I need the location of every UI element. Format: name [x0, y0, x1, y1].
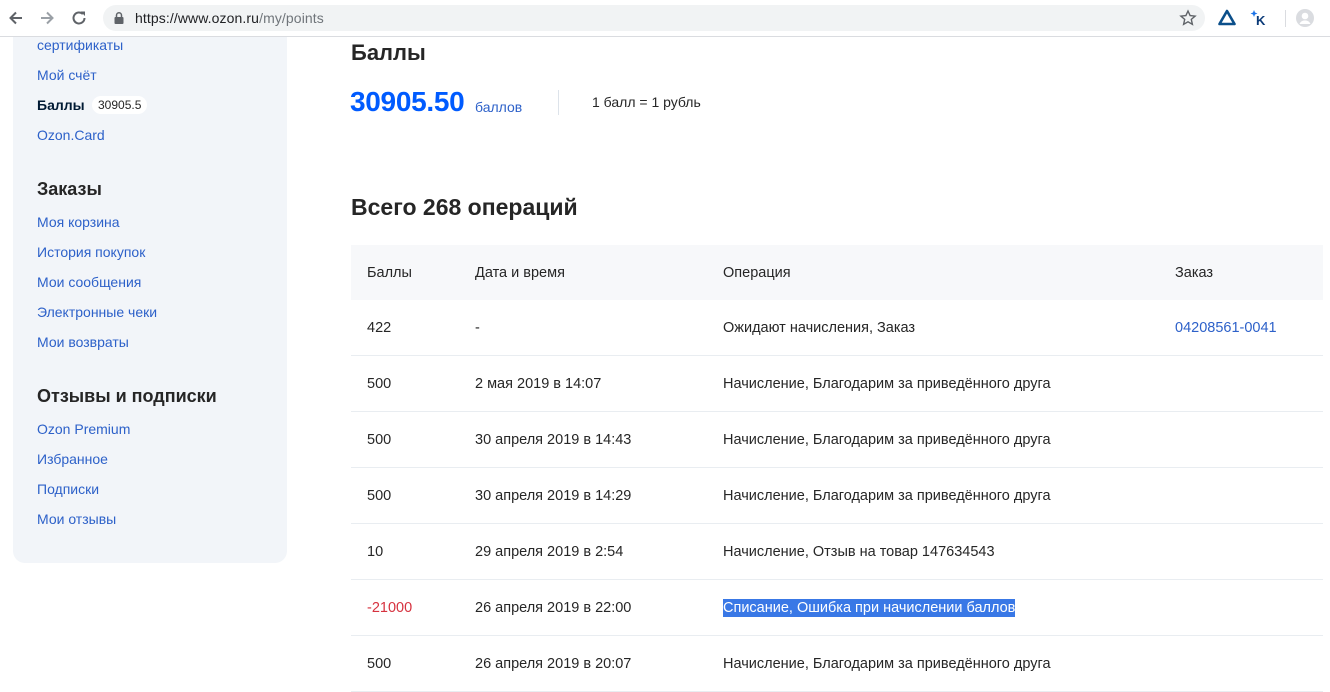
sidebar-item-points[interactable]: Баллы: [37, 97, 85, 113]
lock-icon: [114, 12, 124, 24]
sidebar-item-my-account[interactable]: Мой счёт: [37, 67, 97, 83]
row-operation: Начисление, Отзыв на товар 147634543: [723, 543, 995, 560]
address-bar[interactable]: https://www.ozon.ru/my/points: [103, 5, 1205, 31]
sidebar-item-receipts[interactable]: Электронные чеки: [37, 304, 157, 320]
row-date: 26 апреля 2019 в 20:07: [475, 655, 632, 672]
order-number-link[interactable]: 04208561-0041: [1175, 320, 1277, 336]
row-date: 26 апреля 2019 в 22:00: [475, 599, 632, 616]
sidebar-item-messages[interactable]: Мои сообщения: [37, 274, 141, 290]
sidebar-item-ozon-card[interactable]: Ozon.Card: [37, 127, 105, 143]
row-date: 29 апреля 2019 в 2:54: [475, 543, 624, 560]
account-sidebar: сертификаты Мой счёт Баллы 30905.5 Ozon.…: [13, 37, 287, 563]
row-points: 500: [367, 487, 392, 504]
column-header-operation: Операция: [723, 264, 791, 281]
reload-button[interactable]: [68, 7, 90, 29]
profile-avatar-icon[interactable]: [1295, 8, 1315, 28]
extension-k-icon[interactable]: K: [1250, 8, 1270, 28]
back-button[interactable]: [5, 7, 27, 29]
table-row: 500 26 апреля 2019 в 20:07 Начисление, Б…: [351, 636, 1323, 692]
balance-divider: [558, 90, 559, 115]
row-operation: Начисление, Благодарим за приведённого д…: [723, 655, 1051, 672]
column-header-order: Заказ: [1175, 264, 1214, 281]
column-header-points: Баллы: [367, 264, 412, 281]
browser-toolbar: https://www.ozon.ru/my/points K: [0, 0, 1330, 37]
row-points: 500: [367, 655, 392, 672]
row-operation: Начисление, Благодарим за приведённого д…: [723, 375, 1051, 392]
row-operation: Ожидают начисления, Заказ: [723, 319, 916, 336]
exchange-rate-text: 1 балл = 1 рубль: [592, 94, 701, 110]
reload-icon: [72, 11, 86, 25]
row-operation: Начисление, Благодарим за приведённого д…: [723, 487, 1051, 504]
sidebar-item-certificates[interactable]: сертификаты: [37, 37, 123, 53]
table-row: 500 30 апреля 2019 в 14:43 Начисление, Б…: [351, 412, 1323, 468]
row-points: 500: [367, 431, 392, 448]
row-date: 30 апреля 2019 в 14:29: [475, 487, 632, 504]
sidebar-item-subscriptions[interactable]: Подписки: [37, 481, 99, 497]
forward-button[interactable]: [36, 7, 58, 29]
table-row: 500 2 мая 2019 в 14:07 Начисление, Благо…: [351, 356, 1323, 412]
svg-text:K: K: [1256, 13, 1266, 28]
toolbar-divider: [1285, 10, 1286, 27]
extension-triangle-icon[interactable]: [1217, 8, 1237, 28]
row-points-negative: -21000: [367, 599, 413, 616]
arrow-right-icon: [41, 11, 54, 25]
sidebar-heading-orders: Заказы: [37, 179, 102, 199]
points-unit-label: баллов: [475, 99, 523, 115]
row-points: 10: [367, 543, 384, 560]
row-date: -: [475, 319, 480, 336]
row-operation-selected-text: Списание, Ошибка при начислении баллов: [723, 598, 1016, 617]
table-row: 10 29 апреля 2019 в 2:54 Начисление, Отз…: [351, 524, 1323, 580]
sidebar-item-returns[interactable]: Мои возвраты: [37, 334, 129, 350]
operations-table: Баллы Дата и время Операция Заказ 422 - …: [351, 245, 1323, 692]
sidebar-item-favorites[interactable]: Избранное: [37, 451, 108, 467]
points-count-badge: 30905.5: [92, 96, 148, 114]
url-host: https://www.ozon.ru: [135, 10, 260, 26]
bookmark-star-icon[interactable]: [1179, 9, 1197, 27]
page-title: Баллы: [351, 40, 426, 65]
url-text: https://www.ozon.ru/my/points: [135, 10, 324, 26]
sidebar-heading-reviews: Отзывы и подписки: [37, 386, 217, 406]
sidebar-item-purchase-history[interactable]: История покупок: [37, 244, 145, 260]
sidebar-item-my-reviews[interactable]: Мои отзывы: [37, 511, 116, 527]
table-header: Баллы Дата и время Операция Заказ: [351, 245, 1323, 300]
url-path: /my/points: [259, 10, 324, 26]
row-operation: Начисление, Благодарим за приведённого д…: [723, 431, 1051, 448]
sidebar-item-cart[interactable]: Моя корзина: [37, 214, 120, 230]
sidebar-item-ozon-premium[interactable]: Ozon Premium: [37, 421, 130, 437]
table-row: 422 - Ожидают начисления, Заказ 04208561…: [351, 300, 1323, 356]
table-row: -21000 26 апреля 2019 в 22:00 Списание, …: [351, 580, 1323, 636]
arrow-left-icon: [9, 11, 22, 25]
table-row: 500 30 апреля 2019 в 14:29 Начисление, Б…: [351, 468, 1323, 524]
operations-title: Всего 268 операций: [351, 194, 578, 220]
row-points: 500: [367, 375, 392, 392]
points-balance: 30905.50: [350, 86, 465, 117]
row-points: 422: [367, 319, 392, 336]
column-header-date: Дата и время: [475, 264, 565, 281]
row-date: 2 мая 2019 в 14:07: [475, 375, 602, 392]
row-date: 30 апреля 2019 в 14:43: [475, 431, 632, 448]
